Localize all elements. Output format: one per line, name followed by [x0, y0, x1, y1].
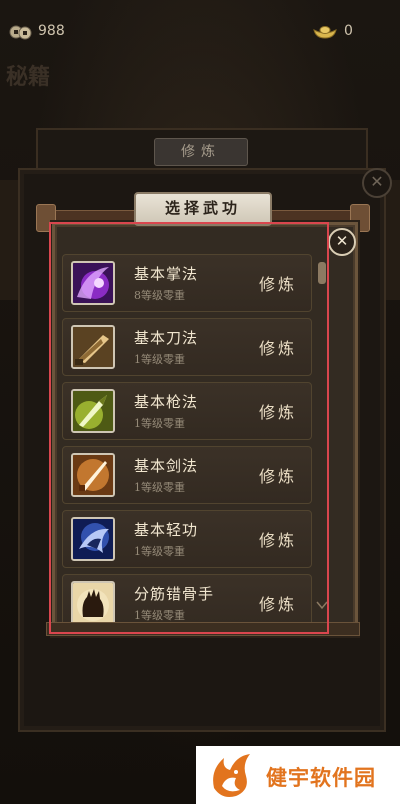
ingot-count: 0: [344, 23, 353, 39]
gold-ingot-icon: [313, 26, 337, 39]
top-status-bar: 988 0: [0, 18, 400, 48]
copper-coin-icon: [9, 25, 32, 40]
watermark-text: 健宇软件园: [266, 766, 376, 790]
background-scene-text: 秘籍: [6, 64, 51, 90]
background-panel-title: 修炼: [154, 138, 248, 166]
dialog-close-button[interactable]: ✕: [328, 228, 356, 256]
fox-logo-icon: [213, 754, 250, 797]
coin-count: 988: [38, 23, 65, 39]
background-close-button[interactable]: ✕: [362, 168, 392, 198]
highlight-box: [49, 222, 329, 634]
dialog-title: 选择武功: [134, 192, 272, 226]
